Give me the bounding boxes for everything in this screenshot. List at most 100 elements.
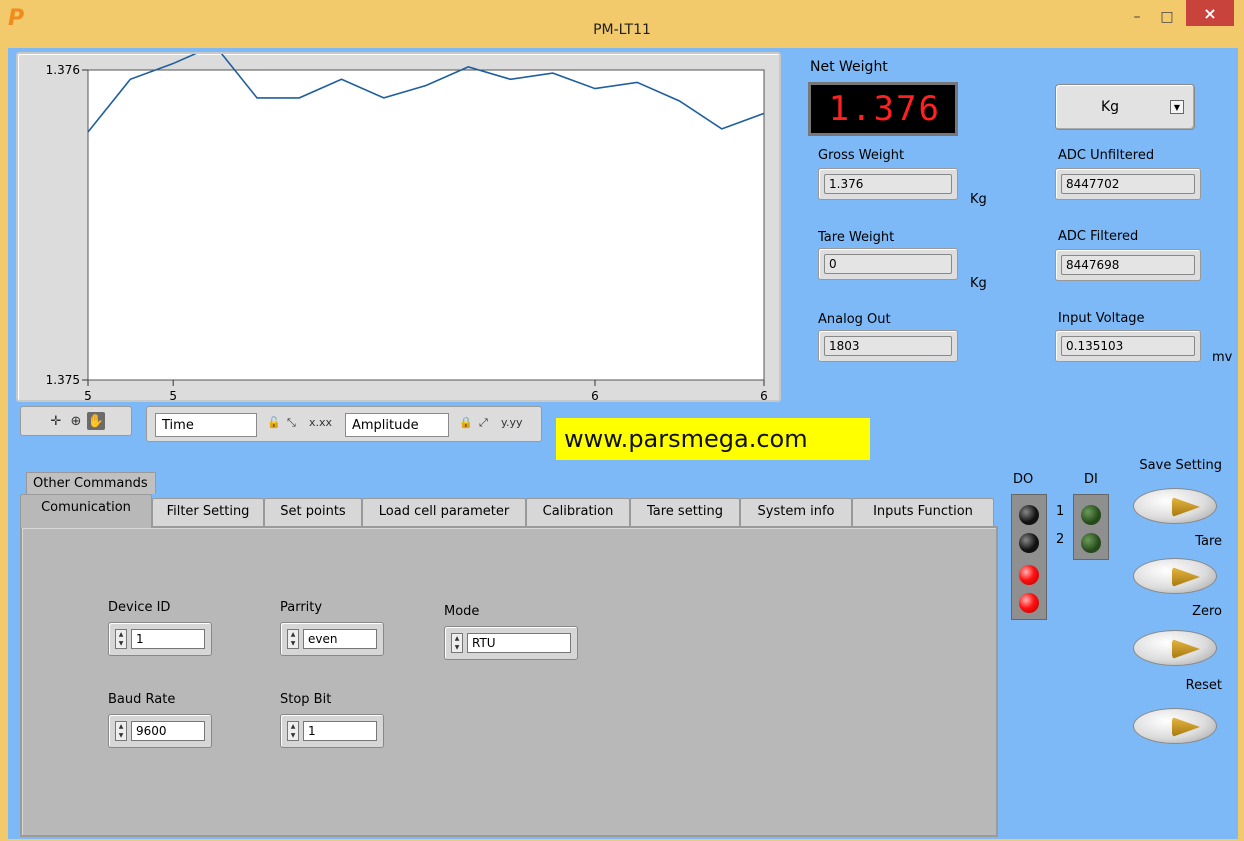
x-autoscale-icon[interactable]: ⤡ — [287, 416, 296, 430]
do-led-4 — [1019, 593, 1039, 613]
y-lock-icon[interactable]: 🔒 — [459, 416, 473, 429]
parity-label: Parrity — [280, 600, 323, 615]
device-id-control[interactable]: ▲ ▼ 1 — [108, 622, 212, 656]
adc-filtered-field: 8447698 — [1055, 249, 1201, 281]
device-id-label: Device ID — [108, 600, 171, 615]
tab-filter-setting[interactable]: Filter Setting — [152, 498, 264, 526]
plot-area — [87, 69, 765, 381]
x-tick-label: 6 — [760, 389, 768, 400]
play-arrow-icon — [1172, 567, 1200, 587]
dropdown-arrow-icon[interactable]: ▼ — [1170, 100, 1184, 114]
analog-out-field: 1803 — [818, 330, 958, 362]
mode-label: Mode — [444, 604, 480, 619]
baud-rate-control[interactable]: ▲ ▼ 9600 — [108, 714, 212, 748]
tab-other-commands[interactable]: Other Commands — [26, 472, 156, 494]
x-tick-label: 5 — [84, 389, 92, 400]
maximize-button[interactable]: □ — [1152, 4, 1182, 30]
reset-button[interactable] — [1133, 708, 1217, 744]
tare-weight-field: 0 — [818, 248, 958, 280]
net-weight-label: Net Weight — [810, 59, 888, 75]
do-led-panel — [1011, 494, 1047, 620]
tab-comunication[interactable]: Comunication — [20, 494, 152, 528]
waveform-chart[interactable]: 1.376 1.375 5 5 6 6 — [16, 52, 781, 402]
y-tick-label: 1.376 — [46, 63, 80, 77]
settings-tab-control: Other Commands Comunication Filter Setti… — [20, 472, 1000, 839]
x-lock-icon[interactable]: 🔓 — [267, 416, 281, 429]
tab-inputs-function[interactable]: Inputs Function — [852, 498, 994, 526]
gross-weight-field: 1.376 — [818, 168, 958, 200]
play-arrow-icon — [1172, 639, 1200, 659]
y-scale-name[interactable]: Amplitude — [345, 413, 449, 437]
do-label: DO — [1013, 472, 1034, 487]
tare-weight-value: 0 — [824, 254, 952, 274]
tab-calibration[interactable]: Calibration — [526, 498, 630, 526]
cursor-move-icon[interactable]: ✛ — [47, 412, 65, 430]
parity-value[interactable]: even — [303, 629, 377, 649]
minimize-button[interactable]: – — [1122, 4, 1152, 30]
parity-control[interactable]: ▲ ▼ even — [280, 622, 384, 656]
unit-select[interactable]: Kg ▼ — [1055, 84, 1195, 130]
di-number-1: 1 — [1056, 504, 1065, 519]
adc-unfiltered-value: 8447702 — [1061, 174, 1195, 194]
zero-label: Zero — [1192, 604, 1222, 619]
communication-page: Device ID ▲ ▼ 1 Parrity ▲ ▼ even Mode ▲ ▼ R… — [20, 526, 998, 837]
website-link[interactable]: www.parsmega.com — [556, 418, 870, 460]
input-voltage-unit: mv — [1212, 350, 1233, 365]
tare-button[interactable] — [1133, 558, 1217, 594]
do-led-2 — [1019, 533, 1039, 553]
net-weight-display: 1.376 — [808, 82, 958, 136]
stop-bit-label: Stop Bit — [280, 692, 332, 707]
tare-weight-unit: Kg — [970, 276, 987, 291]
y-autoscale-icon[interactable]: ⤢ — [479, 416, 488, 430]
zoom-icon[interactable]: ⊕ — [67, 412, 85, 430]
analog-out-value: 1803 — [824, 336, 952, 356]
reset-label: Reset — [1185, 678, 1222, 693]
x-tick-label: 6 — [591, 389, 599, 400]
tab-set-points[interactable]: Set points — [264, 498, 362, 526]
di-led-panel — [1073, 494, 1109, 560]
baud-rate-label: Baud Rate — [108, 692, 176, 707]
save-setting-label: Save Setting — [1139, 458, 1222, 473]
gross-weight-label: Gross Weight — [818, 148, 905, 163]
stop-bit-value[interactable]: 1 — [303, 721, 377, 741]
adc-unfiltered-field: 8447702 — [1055, 168, 1201, 200]
stop-bit-control[interactable]: ▲ ▼ 1 — [280, 714, 384, 748]
save-setting-button[interactable] — [1133, 488, 1217, 524]
x-format-icon[interactable]: x.xx — [309, 416, 332, 429]
tab-load-cell-parameter[interactable]: Load cell parameter — [362, 498, 526, 526]
adc-unfiltered-label: ADC Unfiltered — [1058, 148, 1155, 163]
window-title: PM-LT11 — [593, 22, 651, 38]
mode-control[interactable]: ▲ ▼ RTU — [444, 626, 578, 660]
play-arrow-icon — [1172, 717, 1200, 737]
tab-row: Comunication Filter Setting Set points L… — [20, 494, 1000, 528]
di-label: DI — [1084, 472, 1098, 487]
net-weight-value: 1.376 — [828, 89, 941, 129]
spinner-arrows-icon[interactable]: ▲ ▼ — [287, 629, 299, 649]
x-tick-label: 5 — [169, 389, 177, 400]
gross-weight-unit: Kg — [970, 192, 987, 207]
spinner-arrows-icon[interactable]: ▲ ▼ — [287, 721, 299, 741]
mode-value[interactable]: RTU — [467, 633, 571, 653]
spinner-arrows-icon[interactable]: ▲ ▼ — [115, 721, 127, 741]
zero-button[interactable] — [1133, 630, 1217, 666]
title-bar: P PM-LT11 – □ × — [0, 0, 1244, 48]
di-led-2 — [1081, 533, 1101, 553]
pan-hand-icon[interactable]: ✋ — [87, 412, 105, 430]
baud-rate-value[interactable]: 9600 — [131, 721, 205, 741]
adc-filtered-label: ADC Filtered — [1058, 229, 1139, 244]
main-panel: 1.376 1.375 5 5 6 6 ✛ ⊕ ✋ Time 🔓 ⤡ x.xx Ampli… — [8, 48, 1238, 839]
tab-tare-setting[interactable]: Tare setting — [630, 498, 740, 526]
unit-select-value: Kg — [1100, 99, 1120, 115]
x-scale-name[interactable]: Time — [155, 413, 257, 437]
close-button[interactable]: × — [1186, 0, 1234, 26]
spinner-arrows-icon[interactable]: ▲ ▼ — [451, 633, 463, 653]
tare-label: Tare — [1195, 534, 1222, 549]
tab-system-info[interactable]: System info — [740, 498, 852, 526]
device-id-value[interactable]: 1 — [131, 629, 205, 649]
chart-svg: 1.376 1.375 5 5 6 6 — [46, 54, 768, 400]
input-voltage-field: 0.135103 — [1055, 330, 1201, 362]
spinner-arrows-icon[interactable]: ▲ ▼ — [115, 629, 127, 649]
di-number-2: 2 — [1056, 532, 1065, 547]
y-format-icon[interactable]: y.yy — [501, 416, 522, 429]
adc-filtered-value: 8447698 — [1061, 255, 1195, 275]
